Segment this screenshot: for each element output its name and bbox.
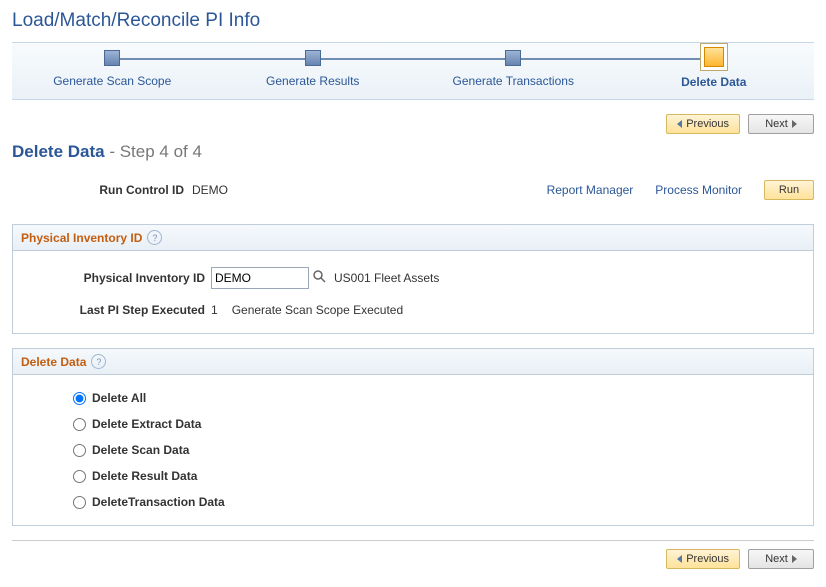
run-control-id-value: DEMO [192, 183, 228, 197]
last-pi-step-row: Last PI Step Executed 1 Generate Scan Sc… [25, 303, 801, 317]
last-pi-step-num: 1 [211, 303, 218, 317]
arrow-right-icon [792, 555, 797, 563]
delete-data-title: Delete Data [21, 355, 86, 369]
previous-label: Previous [686, 118, 729, 130]
previous-button[interactable]: Previous [666, 114, 740, 134]
nav-row-top: Previous Next [12, 114, 814, 134]
nav-row-bottom: Previous Next [12, 549, 814, 569]
step-subtitle: Delete Data - Step 4 of 4 [12, 142, 814, 162]
help-icon[interactable]: ? [147, 230, 162, 245]
divider [12, 540, 814, 541]
radio-input[interactable] [73, 470, 86, 483]
radio-label[interactable]: DeleteTransaction Data [92, 495, 225, 509]
process-monitor-link[interactable]: Process Monitor [655, 183, 742, 197]
next-button[interactable]: Next [748, 114, 814, 134]
physical-inventory-id-label: Physical Inventory ID [25, 271, 211, 285]
last-pi-step-label: Last PI Step Executed [25, 303, 211, 317]
arrow-right-icon [792, 120, 797, 128]
wizard-nav: Generate Scan Scope Generate Results Gen… [12, 42, 814, 100]
subtitle-step: - Step 4 of 4 [105, 142, 202, 161]
previous-button[interactable]: Previous [666, 549, 740, 569]
arrow-left-icon [677, 555, 682, 563]
wizard-step-label: Generate Scan Scope [12, 74, 213, 88]
wizard-step-results[interactable]: Generate Results [213, 43, 414, 89]
radio-delete-all[interactable]: Delete All [73, 391, 801, 405]
wizard-step-label: Generate Transactions [413, 74, 614, 88]
previous-label: Previous [686, 553, 729, 565]
wizard-step-transactions[interactable]: Generate Transactions [413, 43, 614, 89]
arrow-left-icon [677, 120, 682, 128]
next-button[interactable]: Next [748, 549, 814, 569]
delete-data-header: Delete Data ? [13, 349, 813, 375]
delete-options-list: Delete All Delete Extract Data Delete Sc… [25, 391, 801, 509]
last-pi-step-desc: Generate Scan Scope Executed [232, 303, 403, 317]
run-control-id-label: Run Control ID [12, 183, 192, 197]
radio-delete-transaction[interactable]: DeleteTransaction Data [73, 495, 801, 509]
subtitle-main: Delete Data [12, 142, 105, 161]
next-label: Next [765, 553, 788, 565]
physical-inventory-desc: US001 Fleet Assets [334, 271, 439, 285]
next-label: Next [765, 118, 788, 130]
delete-data-group: Delete Data ? Delete All Delete Extract … [12, 348, 814, 526]
lookup-icon[interactable] [313, 270, 326, 286]
radio-label[interactable]: Delete All [92, 391, 146, 405]
wizard-step-delete-data[interactable]: Delete Data [614, 43, 815, 89]
radio-input[interactable] [73, 418, 86, 431]
radio-label[interactable]: Delete Extract Data [92, 417, 201, 431]
wizard-step-box [305, 50, 321, 66]
physical-inventory-header: Physical Inventory ID ? [13, 225, 813, 251]
wizard-step-scan-scope[interactable]: Generate Scan Scope [12, 43, 213, 89]
wizard-step-box [104, 50, 120, 66]
physical-inventory-group: Physical Inventory ID ? Physical Invento… [12, 224, 814, 334]
help-icon[interactable]: ? [91, 354, 106, 369]
radio-input[interactable] [73, 392, 86, 405]
report-manager-link[interactable]: Report Manager [547, 183, 634, 197]
physical-inventory-id-input[interactable] [211, 267, 309, 289]
wizard-step-box [505, 50, 521, 66]
radio-input[interactable] [73, 444, 86, 457]
radio-delete-result[interactable]: Delete Result Data [73, 469, 801, 483]
physical-inventory-title: Physical Inventory ID [21, 231, 142, 245]
radio-label[interactable]: Delete Scan Data [92, 443, 189, 457]
wizard-step-box-active [704, 47, 724, 67]
radio-label[interactable]: Delete Result Data [92, 469, 197, 483]
physical-inventory-id-row: Physical Inventory ID US001 Fleet Assets [25, 267, 801, 289]
wizard-step-label: Delete Data [614, 75, 815, 89]
radio-input[interactable] [73, 496, 86, 509]
radio-delete-scan[interactable]: Delete Scan Data [73, 443, 801, 457]
run-control-row: Run Control ID DEMO Report Manager Proce… [12, 180, 814, 200]
radio-delete-extract[interactable]: Delete Extract Data [73, 417, 801, 431]
page-title: Load/Match/Reconcile PI Info [12, 10, 814, 32]
run-button[interactable]: Run [764, 180, 814, 200]
wizard-step-label: Generate Results [213, 74, 414, 88]
